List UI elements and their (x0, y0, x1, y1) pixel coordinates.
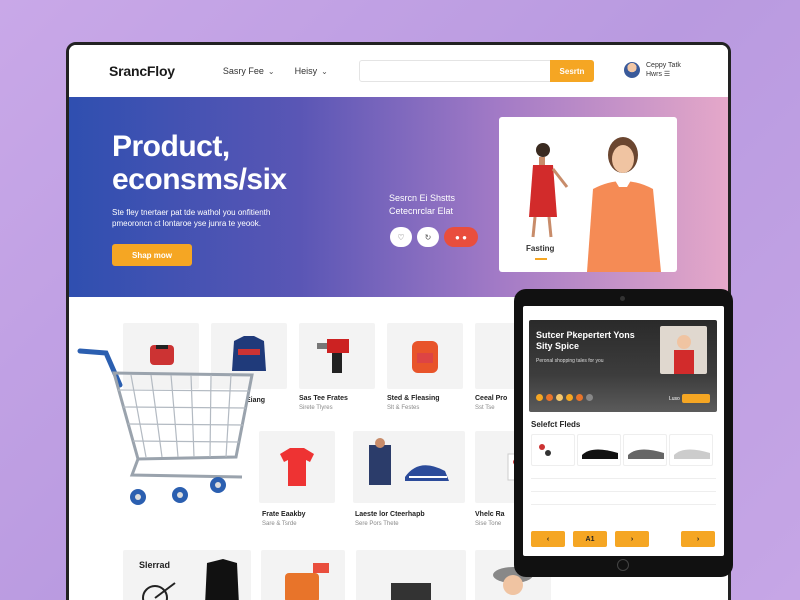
chevron-down-icon: ⌄ (267, 66, 275, 76)
hero-icon-group: ♡ ↻ ● ● (390, 227, 478, 247)
product-subtitle: Sere Pors Thete (355, 521, 399, 527)
search-button[interactable]: Sesrtn (550, 60, 594, 82)
chevron-down-icon: ⌄ (321, 66, 328, 76)
product-tile[interactable] (299, 323, 375, 389)
tablet-device: Sutcer Pkepertert Yons Sity Spice Perona… (514, 289, 733, 577)
sneaker-pattern-image (628, 449, 664, 459)
shoe-image (539, 444, 551, 456)
hero-title-line-2: econsms/six (112, 163, 287, 196)
hero-title: Product, econsms/six (112, 130, 372, 196)
product-subtitle: Slt & Festes (387, 405, 420, 411)
hero-description: Ste fley tnertaer pat tde wathol you onf… (112, 207, 322, 229)
product-tile[interactable] (577, 434, 621, 466)
brand-logo[interactable]: SrancFloy (109, 63, 175, 79)
camera-icon (620, 296, 625, 301)
underline-accent (535, 258, 547, 260)
hero-side-line-2: Cetecnrclar Elat (389, 206, 454, 216)
drill-image (317, 339, 349, 373)
account-menu[interactable]: Ceppy Tatk Hwrs ☰ (624, 61, 681, 79)
tablet-banner-title: Sutcer Pkepertert Yons Sity Spice (536, 330, 635, 351)
tablet-banner-photo (660, 326, 707, 374)
color-swatches (536, 394, 593, 401)
product-name[interactable]: Ceeal Pro (475, 395, 507, 402)
product-name[interactable]: Slerrad (139, 560, 170, 570)
swatch[interactable] (566, 394, 573, 401)
product-name[interactable]: Vhelc Ra (475, 511, 505, 518)
forward-button[interactable]: › (681, 531, 715, 547)
divider (531, 504, 716, 505)
account-text: Ceppy Tatk Hwrs ☰ (646, 61, 681, 79)
tablet-banner[interactable]: Sutcer Pkepertert Yons Sity Spice Perona… (529, 320, 717, 412)
product-tile[interactable] (261, 550, 345, 600)
hero-side-line-1: Sesrcn Ei Shstts (389, 193, 456, 203)
hero-banner: Product, econsms/six Ste fley tnertaer p… (69, 97, 728, 297)
tablet-screen: Sutcer Pkepertert Yons Sity Spice Perona… (523, 306, 724, 556)
nav-item-label: Sasry Fee (222, 66, 264, 76)
product-tile[interactable] (356, 550, 466, 600)
swatch[interactable] (546, 394, 553, 401)
swatch[interactable] (586, 394, 593, 401)
product-name[interactable]: Laeste lor Cteerhapb (355, 511, 425, 518)
avatar[interactable] (624, 62, 640, 78)
product-tile[interactable] (259, 431, 335, 503)
product-name[interactable]: Frate Eaakby (262, 511, 306, 518)
hero-description-line-2: pmeoroncn ct lontaroe yse junra te yeook… (112, 219, 261, 228)
product-name[interactable]: Sted & Fleasing (387, 395, 440, 402)
product-subtitle: Sare & Tsrde (262, 521, 297, 527)
hero-side-text: Sesrcn Ei Shstts Cetecnrclar Elat (389, 192, 489, 218)
product-tile[interactable] (353, 431, 465, 503)
sneaker-black-image (582, 449, 618, 459)
nav-menu: Sasry Fee ⌄ Heisy ⌄ (223, 66, 328, 76)
prev-button[interactable]: ‹ (531, 531, 565, 547)
nav-item-second[interactable]: Heisy ⌄ (295, 66, 328, 76)
buy-button[interactable] (682, 394, 710, 403)
hero-title-line-1: Product, (112, 130, 230, 163)
swatch[interactable] (536, 394, 543, 401)
buy-label: Luso (669, 396, 680, 402)
divider (531, 491, 716, 492)
account-line-1: Ceppy Tatk (646, 62, 681, 69)
product-tile[interactable] (669, 434, 713, 466)
camera-bag-image (391, 582, 431, 600)
nav-item-first[interactable]: Sasry Fee ⌄ (223, 66, 275, 76)
sneaker-white-image (674, 449, 710, 459)
share-icon[interactable]: ↻ (417, 227, 439, 247)
account-line-2: Hwrs ☰ (646, 71, 671, 78)
page-button[interactable]: A1 (573, 531, 607, 547)
heart-icon[interactable]: ♡ (390, 227, 412, 247)
tablet-section-title: Selefct Fleds (531, 420, 581, 429)
tablet-banner-subtitle: Peronal shopping tales for you (536, 358, 604, 364)
product-subtitle: Sise Tone (475, 521, 502, 527)
home-button[interactable] (617, 559, 629, 571)
product-name[interactable]: Sas Tee Frates (299, 395, 348, 402)
divider (531, 478, 716, 479)
top-nav: SrancFloy Sasry Fee ⌄ Heisy ⌄ Sesrtn Cep… (69, 45, 728, 97)
shopping-cart-illustration (77, 345, 254, 505)
hero-model-card[interactable]: Fasting (499, 117, 677, 272)
swatch[interactable] (576, 394, 583, 401)
nav-item-label: Heisy (294, 66, 318, 76)
swatch[interactable] (556, 394, 563, 401)
cart-icon[interactable]: ● ● (444, 227, 478, 247)
jacket-and-sneaker-image (369, 438, 449, 485)
search-input[interactable]: Sesrtn (359, 60, 594, 82)
next-button[interactable]: › (615, 531, 649, 547)
model-photo (674, 335, 694, 374)
product-subtitle: Sst Tse (475, 405, 495, 411)
tshirt-image (280, 448, 314, 486)
hero-card-label: Fasting (526, 244, 555, 253)
product-tile[interactable] (531, 434, 575, 466)
product-subtitle: Sirete Tlyres (299, 405, 333, 411)
orange-bag-image (285, 562, 329, 600)
product-tile[interactable] (387, 323, 463, 389)
hero-description-line-1: Ste fley tnertaer pat tde wathol you onf… (112, 208, 271, 217)
backpack-image (412, 341, 438, 373)
shop-now-button[interactable]: Shap mow (112, 244, 192, 266)
product-tile[interactable] (623, 434, 667, 466)
product-tile[interactable] (123, 550, 251, 600)
